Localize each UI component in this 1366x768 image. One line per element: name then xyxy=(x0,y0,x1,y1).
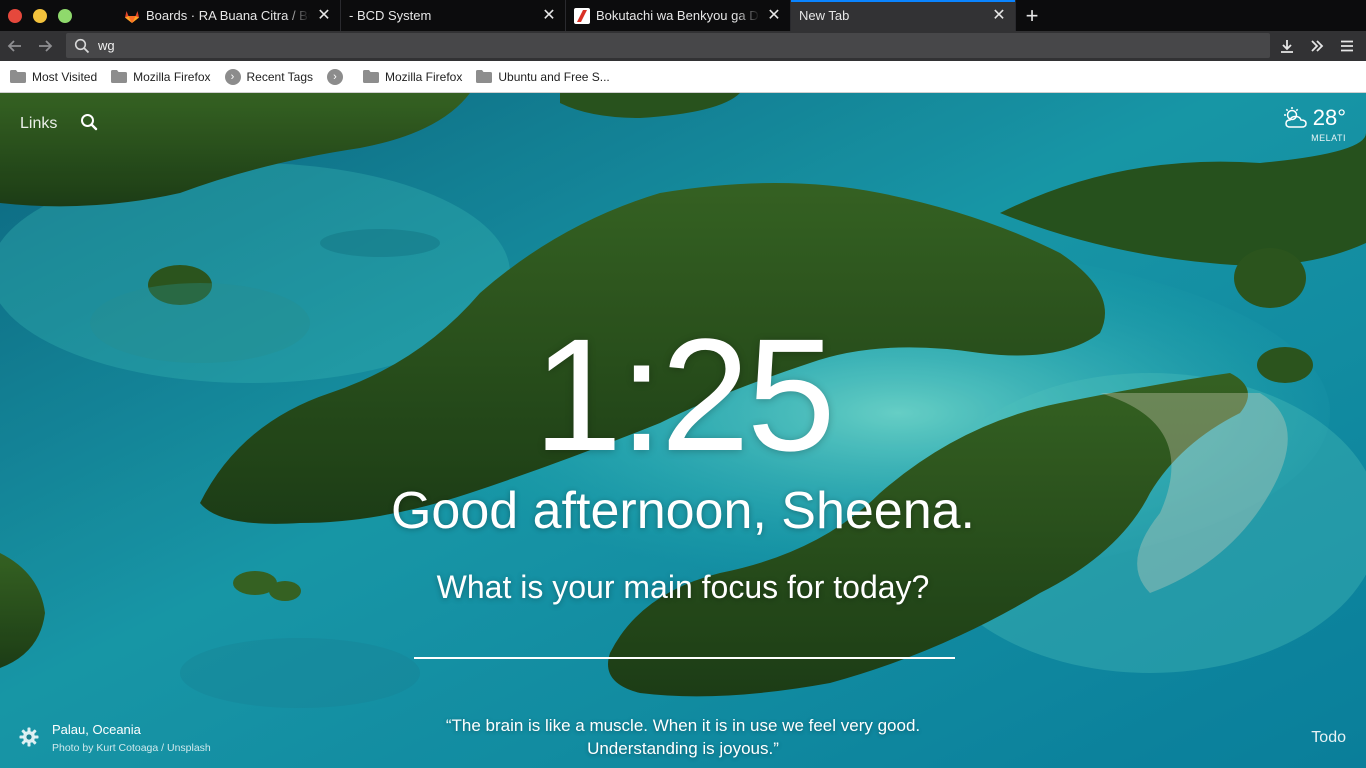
tab-bcd-system[interactable]: - BCD System ✕ xyxy=(341,0,566,31)
window-maximize-button[interactable] xyxy=(58,8,72,23)
download-icon xyxy=(1281,40,1293,53)
weather-widget[interactable]: 28° MELATI xyxy=(1283,105,1346,143)
window-controls xyxy=(0,0,116,31)
gear-icon xyxy=(19,727,39,747)
folder-icon xyxy=(111,70,128,83)
todo-button[interactable]: Todo xyxy=(1311,729,1346,747)
bookmark-label: Mozilla Firefox xyxy=(385,69,463,84)
links-button[interactable]: Links xyxy=(20,115,57,133)
bookmark-mozilla-firefox-2[interactable]: Mozilla Firefox xyxy=(363,70,462,84)
greeting: Good afternoon, Sheena. xyxy=(390,482,975,540)
tab-bokutachi[interactable]: Bokutachi wa Benkyou ga Dekinai ✕ xyxy=(566,0,791,31)
tab-title: - BCD System xyxy=(349,8,432,23)
search-icon xyxy=(74,38,90,53)
hamburger-icon xyxy=(1341,40,1353,52)
address-bar[interactable] xyxy=(66,33,1270,58)
double-chevron-icon xyxy=(1311,40,1324,52)
weather-temperature: 28° xyxy=(1312,105,1346,130)
photo-location: Palau, Oceania xyxy=(52,722,141,737)
folder-icon xyxy=(476,70,493,83)
tab-close-icon[interactable]: ✕ xyxy=(766,7,782,24)
window-close-button[interactable] xyxy=(8,8,22,23)
bookmark-mozilla-firefox[interactable]: Mozilla Firefox xyxy=(111,69,211,84)
bookmark-label: Recent Tags xyxy=(246,69,314,84)
tab-close-icon[interactable]: ✕ xyxy=(991,7,1007,24)
toolbar-actions xyxy=(1274,31,1360,61)
forward-button[interactable] xyxy=(30,32,60,60)
plus-icon: + xyxy=(1025,2,1039,28)
tab-new-tab[interactable]: New Tab ✕ xyxy=(791,0,1016,31)
tab-boards[interactable]: Boards · RA Buana Citra / BCD ✕ xyxy=(116,0,341,31)
bookmark-label: Mozilla Firefox xyxy=(133,69,211,84)
menu-button[interactable] xyxy=(1334,33,1360,59)
gitlab-icon xyxy=(125,10,139,23)
settings-button[interactable] xyxy=(19,727,39,752)
bookmark-most-visited[interactable]: Most Visited xyxy=(10,70,97,84)
tab-title: Boards · RA Buana Citra / BCD xyxy=(146,8,310,23)
bookmark-ubuntu[interactable]: Ubuntu and Free S... xyxy=(476,69,610,84)
bookmark-label: Ubuntu and Free S... xyxy=(498,69,610,84)
tab-close-icon[interactable]: ✕ xyxy=(541,7,557,24)
search-button[interactable] xyxy=(80,113,98,136)
bookmarks-toolbar: Most Visited Mozilla Firefox › Recent Ta… xyxy=(0,61,1366,93)
address-input[interactable] xyxy=(98,38,1198,53)
new-tab-button[interactable]: + xyxy=(1016,0,1048,31)
search-icon xyxy=(81,114,98,131)
back-button[interactable] xyxy=(0,32,30,60)
focus-input[interactable] xyxy=(414,613,955,659)
partly-cloudy-icon xyxy=(1283,107,1307,128)
tab-strip: Boards · RA Buana Citra / BCD ✕ - BCD Sy… xyxy=(0,0,1366,31)
navigation-toolbar xyxy=(0,31,1366,61)
photo-info[interactable]: Palau, Oceania Photo by Kurt Cotoaga / U… xyxy=(52,722,211,754)
weather-location: MELATI xyxy=(1311,133,1346,143)
tab-close-icon[interactable]: ✕ xyxy=(316,7,332,24)
bookmark-recent-tags[interactable]: › Recent Tags xyxy=(224,68,314,85)
chevron-right-icon: › xyxy=(224,68,241,85)
bookmark-label: Most Visited xyxy=(32,69,98,84)
folder-icon xyxy=(363,70,379,83)
folder-icon xyxy=(10,70,26,83)
arrow-right-icon xyxy=(39,40,53,52)
tab-title: Bokutachi wa Benkyou ga Dekinai xyxy=(596,8,760,23)
arrow-left-icon xyxy=(7,40,21,52)
chevron-right-icon: › xyxy=(327,68,343,85)
new-tab-page: Links 28° MELATI 1:25 Good afternoon, Sh… xyxy=(0,93,1366,768)
photo-credit: Photo by Kurt Cotoaga / Unsplash xyxy=(52,742,211,754)
bookmark-more[interactable]: › xyxy=(327,68,349,85)
daily-quote: “The brain is like a muscle. When it is … xyxy=(445,716,921,758)
downloads-button[interactable] xyxy=(1274,33,1300,59)
focus-question: What is your main focus for today? xyxy=(436,569,930,605)
site-icon xyxy=(574,7,590,24)
tab-title: New Tab xyxy=(799,8,850,23)
window-minimize-button[interactable] xyxy=(33,8,47,23)
overflow-button[interactable] xyxy=(1304,33,1330,59)
clock: 1:25 xyxy=(533,305,835,484)
